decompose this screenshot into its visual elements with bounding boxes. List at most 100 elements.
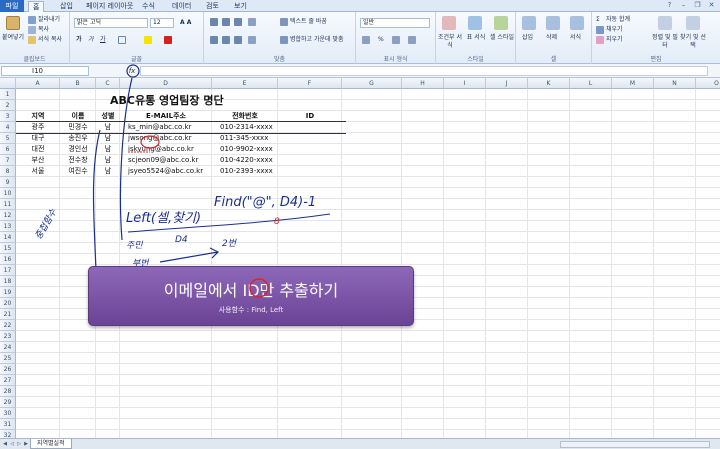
row-header[interactable]: 13 <box>0 221 16 232</box>
restore-icon[interactable]: ❐ <box>693 1 702 10</box>
bold-button[interactable]: 가 <box>76 36 82 44</box>
comma-icon[interactable] <box>392 36 400 44</box>
sheet-tab[interactable]: 지역별실적 <box>30 439 72 449</box>
clear-button[interactable]: 지우기 <box>606 36 623 44</box>
table-cell[interactable]: scjeon09@abc.co.kr <box>128 155 220 166</box>
table-format-icon[interactable] <box>468 16 482 30</box>
close-icon[interactable]: ✕ <box>707 1 716 10</box>
fill-button[interactable]: 채우기 <box>606 26 623 34</box>
column-header[interactable]: O <box>696 78 720 89</box>
table-cell[interactable]: 광주 <box>16 122 60 133</box>
align-left-icon[interactable] <box>210 36 218 44</box>
table-cell[interactable]: ks_min@abc.co.kr <box>128 122 220 133</box>
sort-filter-button[interactable]: 정렬 및 필터 <box>652 34 678 50</box>
align-right-icon[interactable] <box>234 36 242 44</box>
merge-center-button[interactable]: 병합하고 가운데 맞춤 <box>290 36 344 44</box>
row-header[interactable]: 8 <box>0 166 16 177</box>
underline-button[interactable]: 가 <box>100 36 106 44</box>
column-header[interactable]: K <box>528 78 570 89</box>
column-header[interactable]: L <box>570 78 612 89</box>
currency-icon[interactable] <box>362 36 370 44</box>
delete-cells-button[interactable]: 삭제 <box>546 34 557 42</box>
column-header[interactable]: N <box>654 78 696 89</box>
paste-icon[interactable] <box>6 16 20 30</box>
format-cells-button[interactable]: 서식 <box>570 34 581 42</box>
tab-view[interactable]: 보기 <box>230 1 251 12</box>
font-color-icon[interactable] <box>164 36 172 44</box>
fill-color-icon[interactable] <box>144 36 152 44</box>
cell-styles-button[interactable]: 셀 스타일 <box>490 34 514 42</box>
format-painter-button[interactable]: 서식 복사 <box>38 36 62 44</box>
column-header[interactable]: I <box>444 78 486 89</box>
sort-filter-icon[interactable] <box>658 16 672 30</box>
tab-page-layout[interactable]: 페이지 레이아웃 <box>82 1 137 12</box>
minimize-icon[interactable]: – <box>679 1 688 10</box>
copy-button[interactable]: 복사 <box>38 26 49 34</box>
first-sheet-icon[interactable]: ◀ <box>2 440 8 448</box>
table-cell[interactable]: 대구 <box>16 133 60 144</box>
insert-cells-icon[interactable] <box>522 16 536 30</box>
table-cell[interactable]: 010-2314-xxxx <box>220 122 286 133</box>
table-cell[interactable]: 민경수 <box>60 122 96 133</box>
format-cells-icon[interactable] <box>570 16 584 30</box>
row-header[interactable]: 30 <box>0 408 16 419</box>
column-header[interactable]: M <box>612 78 654 89</box>
insert-cells-button[interactable]: 삽입 <box>522 34 533 42</box>
table-cell[interactable]: 서울 <box>16 166 60 177</box>
row-header[interactable]: 22 <box>0 320 16 331</box>
table-cell[interactable]: 남 <box>96 144 120 155</box>
row-header[interactable]: 3 <box>0 111 16 122</box>
formula-input[interactable] <box>140 66 708 76</box>
find-select-button[interactable]: 찾기 및 선택 <box>680 34 706 50</box>
column-header[interactable]: J <box>486 78 528 89</box>
column-header[interactable]: H <box>402 78 444 89</box>
find-select-icon[interactable] <box>686 16 700 30</box>
row-header[interactable]: 1 <box>0 89 16 100</box>
fill-icon[interactable] <box>596 26 604 34</box>
row-header[interactable]: 28 <box>0 386 16 397</box>
table-cell[interactable]: 남 <box>96 155 120 166</box>
name-box[interactable]: I10 <box>1 66 89 76</box>
row-header[interactable]: 26 <box>0 364 16 375</box>
table-cell[interactable]: 010-2393-xxxx <box>220 166 286 177</box>
row-header[interactable]: 15 <box>0 243 16 254</box>
merge-icon[interactable] <box>280 36 288 44</box>
column-header[interactable]: B <box>60 78 96 89</box>
table-cell[interactable]: 010-9902-xxxx <box>220 144 286 155</box>
grow-font-icon[interactable]: A A <box>180 19 191 27</box>
table-cell[interactable]: 010-4220-xxxx <box>220 155 286 166</box>
tab-formulas[interactable]: 수식 <box>138 1 159 12</box>
row-header[interactable]: 21 <box>0 309 16 320</box>
table-format-button[interactable]: 표 서식 <box>464 34 488 42</box>
select-all-corner[interactable] <box>0 78 16 89</box>
font-family-select[interactable]: 맑은 고딕 <box>74 18 148 28</box>
row-header[interactable]: 6 <box>0 144 16 155</box>
row-header[interactable]: 9 <box>0 177 16 188</box>
align-center-icon[interactable] <box>222 36 230 44</box>
row-header[interactable]: 29 <box>0 397 16 408</box>
column-header[interactable]: G <box>342 78 402 89</box>
row-header[interactable]: 17 <box>0 265 16 276</box>
table-cell[interactable]: 전수창 <box>60 155 96 166</box>
table-cell[interactable]: 여진수 <box>60 166 96 177</box>
worksheet-grid[interactable]: ABCDEFGHIJKLMNOP 12345678910111213141516… <box>0 78 720 438</box>
row-header[interactable]: 27 <box>0 375 16 386</box>
row-header[interactable]: 2 <box>0 100 16 111</box>
tab-review[interactable]: 검토 <box>202 1 223 12</box>
paste-button[interactable]: 붙여넣기 <box>2 34 24 42</box>
row-header[interactable]: 12 <box>0 210 16 221</box>
help-icon[interactable]: ? <box>665 1 674 10</box>
conditional-format-icon[interactable] <box>442 16 456 30</box>
table-cell[interactable]: jsyeo5524@abc.co.kr <box>128 166 220 177</box>
row-header[interactable]: 18 <box>0 276 16 287</box>
table-cell[interactable]: 011-345-xxxx <box>220 133 286 144</box>
row-header[interactable]: 7 <box>0 155 16 166</box>
table-cell[interactable]: 송진우 <box>60 133 96 144</box>
table-cell[interactable]: 남 <box>96 122 120 133</box>
orientation-icon[interactable] <box>248 18 256 26</box>
prev-sheet-icon[interactable]: ◁ <box>9 440 15 448</box>
table-cell[interactable]: iskyung@abc.co.kr <box>128 144 220 155</box>
row-header[interactable]: 31 <box>0 419 16 430</box>
align-bottom-icon[interactable] <box>234 18 242 26</box>
tab-file[interactable]: 파일 <box>0 0 24 12</box>
